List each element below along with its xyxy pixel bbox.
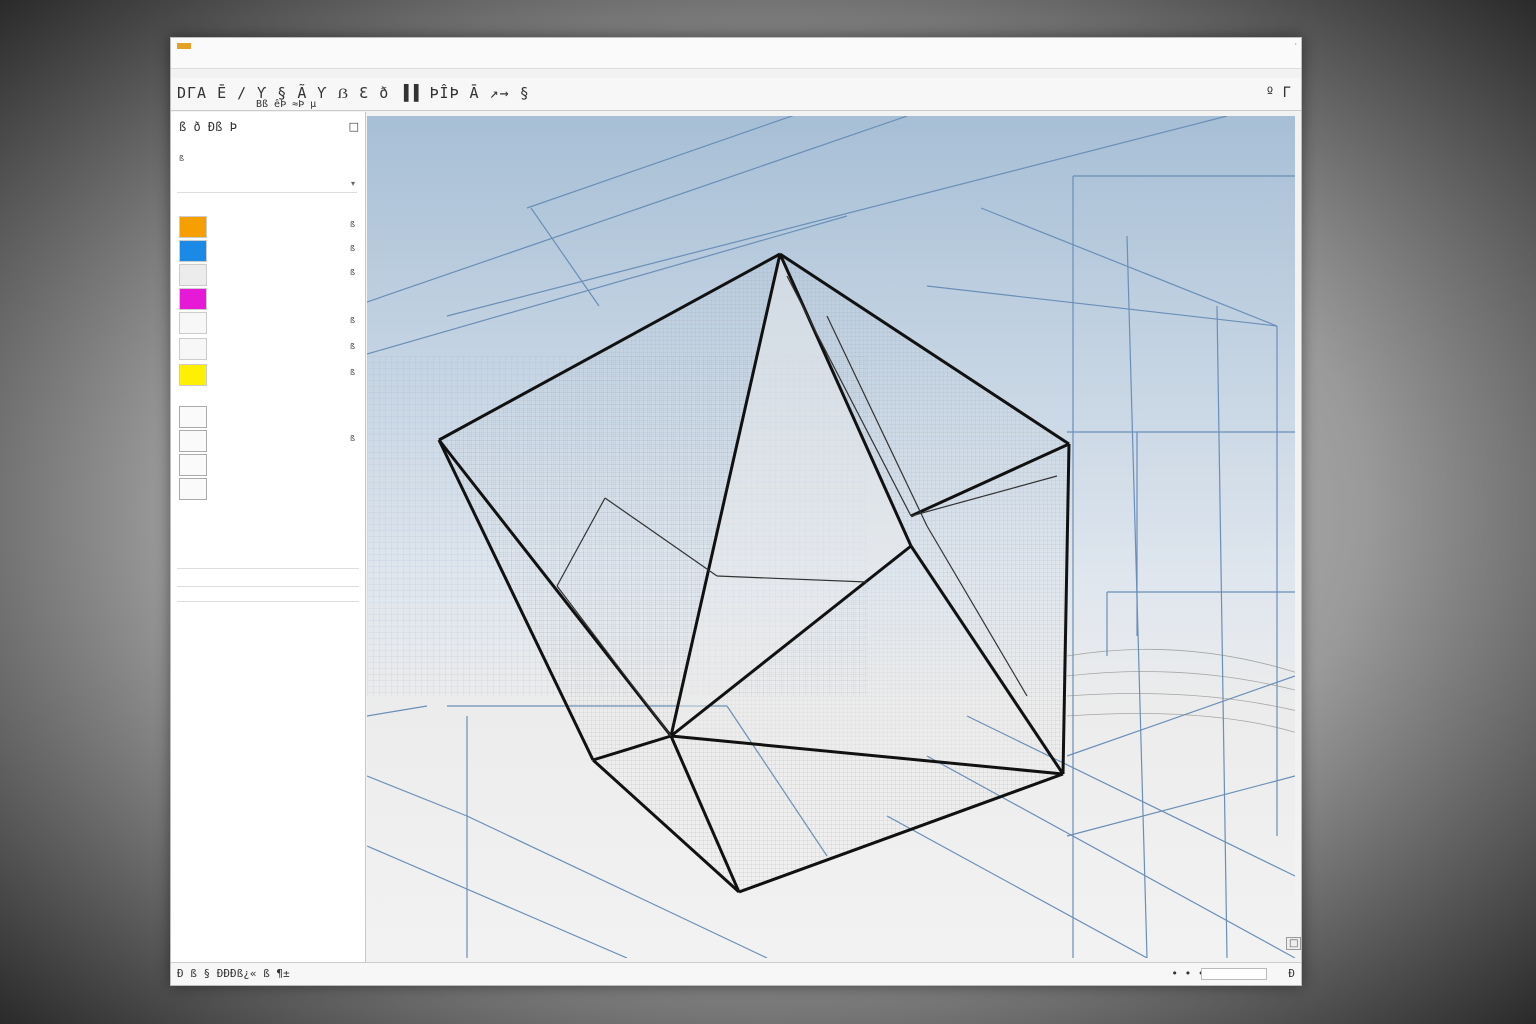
sidebar-header-tools[interactable]: ß ð Ðß Þ xyxy=(179,120,237,134)
layer-visibility-icon[interactable]: ß xyxy=(350,220,355,229)
title-bar: · xyxy=(171,38,1301,54)
main-toolbar: DΓA Ē ∕ Ƴ § Ã Ƴ ẞ Ɛ ð ▐▐ ÞÎÞ Ā ↗→ § Bß ê… xyxy=(171,78,1301,111)
layer-row[interactable]: ß xyxy=(177,364,359,386)
layer-color-swatch[interactable] xyxy=(179,264,207,286)
layer-row[interactable]: ß xyxy=(177,430,359,452)
layer-thumbnail[interactable] xyxy=(179,430,207,452)
layer-color-swatch[interactable] xyxy=(179,240,207,262)
layer-thumbnail[interactable] xyxy=(179,454,207,476)
properties-row[interactable] xyxy=(177,568,359,583)
layer-color-swatch[interactable] xyxy=(179,338,207,360)
layer-row[interactable] xyxy=(177,454,359,476)
status-bar: Ð ß § ÐÐÐß¿« ß ¶± • • • ß ß Ð xyxy=(171,962,1301,985)
layer-row[interactable] xyxy=(177,406,359,428)
layer-thumbnail[interactable] xyxy=(179,406,207,428)
status-tools[interactable]: Ð ß § ÐÐÐß¿« ß ¶± xyxy=(177,967,290,980)
sidebar-close-icon[interactable]: □ xyxy=(349,120,359,133)
layer-visibility-icon[interactable]: ß xyxy=(350,342,355,351)
panel-options-icon[interactable]: ▾ xyxy=(351,179,355,188)
layer-row[interactable]: ß xyxy=(177,338,359,360)
layer-visibility-icon[interactable]: ß xyxy=(350,316,355,325)
toolbar-tools-row[interactable]: DΓA Ē ∕ Ƴ § Ã Ƴ ẞ Ɛ ð ▐▐ ÞÎÞ Ā ↗→ § xyxy=(177,84,530,103)
properties-row[interactable] xyxy=(177,586,359,602)
layer-row[interactable] xyxy=(177,478,359,500)
toolbar-right-tools[interactable]: º Γ xyxy=(1266,85,1291,101)
layer-row[interactable]: ß xyxy=(177,264,359,286)
viewport-canvas[interactable] xyxy=(367,116,1295,958)
app-logo-icon xyxy=(177,43,191,49)
menu-bar xyxy=(171,54,1301,69)
command-input[interactable] xyxy=(1201,968,1267,980)
layer-row[interactable]: ß xyxy=(177,216,359,238)
status-end-icon[interactable]: Ð xyxy=(1288,967,1295,980)
layer-color-swatch[interactable] xyxy=(179,216,207,238)
3d-viewport[interactable] xyxy=(367,116,1295,958)
window-menu-icon[interactable]: · xyxy=(1294,40,1297,49)
layer-visibility-icon[interactable]: ß xyxy=(350,268,355,277)
cad-window: · DΓA Ē ∕ Ƴ § Ã Ƴ ẞ Ɛ ð ▐▐ ÞÎÞ Ā ↗→ § Bß… xyxy=(170,37,1302,986)
layers-panel-header: ▾ xyxy=(177,178,357,193)
layer-row[interactable]: ß xyxy=(177,240,359,262)
layer-thumbnail[interactable] xyxy=(179,478,207,500)
layer-color-swatch[interactable] xyxy=(179,288,207,310)
layer-row[interactable]: ß xyxy=(177,312,359,334)
layers-sidebar: ß ð Ðß Þ □ ß ▾ ß ß ß ß ß ß ß xyxy=(171,112,366,962)
view-cube-icon[interactable]: □ xyxy=(1286,937,1302,950)
layer-visibility-icon[interactable]: ß xyxy=(350,368,355,377)
sidebar-tab-icon[interactable]: ß xyxy=(179,154,184,163)
layer-color-swatch[interactable] xyxy=(179,312,207,334)
layer-row[interactable] xyxy=(177,288,359,310)
layer-color-swatch[interactable] xyxy=(179,364,207,386)
toolbar-secondary-row[interactable]: Bß êÞ ≈Þ µ xyxy=(256,99,316,110)
layer-visibility-icon[interactable]: ß xyxy=(350,244,355,253)
layer-visibility-icon[interactable]: ß xyxy=(350,434,355,443)
